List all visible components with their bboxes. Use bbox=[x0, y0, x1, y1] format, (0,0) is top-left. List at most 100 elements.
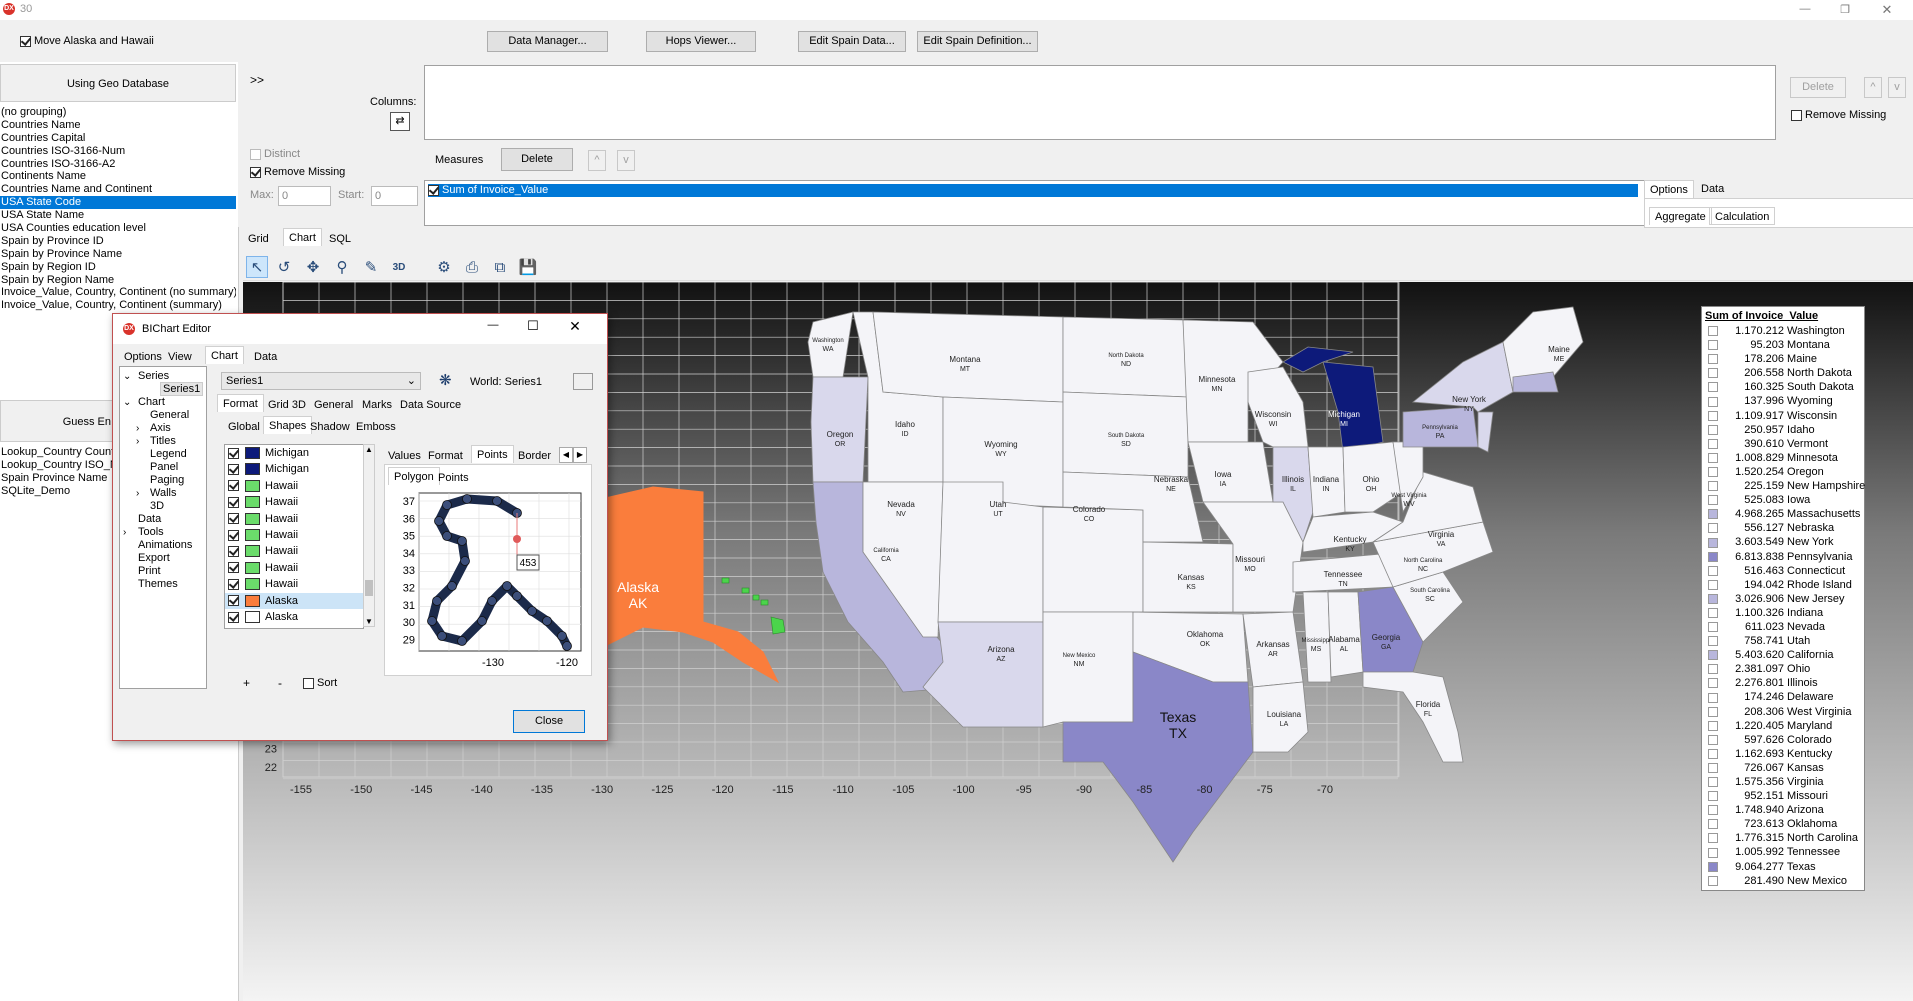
shape-row[interactable]: Alaska bbox=[225, 592, 363, 609]
legend-item[interactable]: 723.613 Oklahoma bbox=[1702, 817, 1864, 831]
legend-item[interactable]: 1.575.356 Virginia bbox=[1702, 775, 1864, 789]
legend-item[interactable]: 1.170.212 Washington bbox=[1702, 324, 1864, 338]
shape-check-icon[interactable] bbox=[228, 595, 239, 607]
edit-spain-definition-button[interactable]: Edit Spain Definition... bbox=[917, 31, 1038, 52]
legend-item[interactable]: 160.325 South Dakota bbox=[1702, 380, 1864, 394]
shape-color-swatch[interactable] bbox=[245, 479, 260, 492]
shape-color-swatch[interactable] bbox=[245, 496, 260, 509]
shape-check-icon[interactable] bbox=[228, 578, 239, 590]
tree-expander-icon[interactable]: ⌄ bbox=[123, 370, 131, 383]
geo-list-item[interactable]: Spain by Region Name bbox=[0, 274, 236, 287]
legend-item[interactable]: 556.127 Nebraska bbox=[1702, 521, 1864, 535]
tree-item[interactable]: › Walls bbox=[120, 487, 206, 500]
shape-color-swatch[interactable] bbox=[245, 578, 260, 591]
editor-tab-chart[interactable]: Chart bbox=[205, 346, 244, 364]
tree-item[interactable]: 3D bbox=[120, 500, 206, 513]
tab-data-source[interactable]: Data Source bbox=[395, 396, 466, 414]
shape-color-swatch[interactable] bbox=[245, 594, 260, 607]
tree-item[interactable]: › Tools bbox=[120, 526, 206, 539]
shape-check-icon[interactable] bbox=[228, 545, 239, 557]
legend-item[interactable]: 208.306 West Virginia bbox=[1702, 705, 1864, 719]
editor-minimize-icon[interactable]: — bbox=[481, 319, 505, 331]
columns-box[interactable] bbox=[424, 65, 1776, 140]
measure-check-icon[interactable] bbox=[428, 184, 439, 196]
start-input[interactable]: 0 bbox=[371, 186, 418, 206]
move-alaska-check-icon[interactable] bbox=[20, 35, 31, 47]
legend-item[interactable]: 4.968.265 Massachusetts bbox=[1702, 507, 1864, 521]
tab-polygon[interactable]: Polygon bbox=[388, 467, 440, 485]
legend-item[interactable]: 95.203 Montana bbox=[1702, 338, 1864, 352]
scroll-down-icon[interactable]: ▼ bbox=[364, 617, 374, 626]
shape-color-swatch[interactable] bbox=[245, 447, 260, 460]
shape-row[interactable]: Hawaii bbox=[225, 527, 363, 543]
shape-check-icon[interactable] bbox=[228, 496, 239, 508]
tree-item[interactable]: Paging bbox=[120, 474, 206, 487]
shape-row[interactable]: Hawaii bbox=[225, 560, 363, 576]
geo-list-item[interactable]: USA State Code bbox=[0, 196, 236, 210]
tree-item[interactable]: General bbox=[120, 409, 206, 422]
tree-item[interactable]: ⌄ Chart bbox=[120, 396, 206, 409]
mini-polygon-chart[interactable]: 37 36 35 34 33 32 31 30 29 -130 -120 453 bbox=[387, 491, 587, 669]
move-alaska-checkbox[interactable]: Move Alaska and Hawaii bbox=[20, 35, 154, 47]
scroll-up-icon[interactable]: ▲ bbox=[364, 445, 374, 454]
legend-item[interactable]: 1.005.992 Tennessee bbox=[1702, 845, 1864, 859]
tab-marks[interactable]: Marks bbox=[357, 396, 397, 414]
measures-up-button[interactable]: ^ bbox=[588, 150, 606, 171]
tree-expander-icon[interactable]: › bbox=[136, 487, 139, 500]
shapes-scrollbar[interactable]: ▲ ▼ bbox=[363, 444, 375, 627]
shape-color-swatch[interactable] bbox=[245, 463, 260, 476]
remove-shape-button[interactable]: - bbox=[278, 676, 282, 690]
tab-options[interactable]: Options bbox=[1644, 180, 1694, 198]
legend-item[interactable]: 6.813.838 Pennsylvania bbox=[1702, 550, 1864, 564]
right-delete-button[interactable]: Delete bbox=[1790, 77, 1846, 98]
editor-maximize-icon[interactable]: ☐ bbox=[521, 318, 545, 334]
right-down-button[interactable]: v bbox=[1888, 77, 1906, 98]
tree-expander-icon[interactable]: ⌄ bbox=[123, 396, 131, 409]
legend-item[interactable]: 1.748.940 Arizona bbox=[1702, 803, 1864, 817]
geo-list-item[interactable]: Invoice_Value, Country, Continent (no su… bbox=[0, 286, 236, 299]
legend-item[interactable]: 281.490 New Mexico bbox=[1702, 874, 1864, 888]
tab-data[interactable]: Data bbox=[1696, 180, 1729, 198]
legend-item[interactable]: 758.741 Utah bbox=[1702, 634, 1864, 648]
tab-shadow[interactable]: Shadow bbox=[305, 418, 355, 436]
tree-expander-icon[interactable]: › bbox=[136, 422, 139, 435]
legend-item[interactable]: 1.520.254 Oregon bbox=[1702, 465, 1864, 479]
legend-item[interactable]: 225.159 New Hampshire bbox=[1702, 479, 1865, 493]
rotate-icon[interactable]: ↺ bbox=[273, 256, 295, 278]
shape-row[interactable]: Michigan bbox=[225, 461, 363, 477]
geo-list-item[interactable]: (no grouping) bbox=[0, 106, 236, 119]
legend-item[interactable]: 9.064.277 Texas bbox=[1702, 860, 1864, 874]
tree-item[interactable]: Animations bbox=[120, 539, 206, 552]
tab-scroll-right-icon[interactable]: ▶ bbox=[573, 447, 587, 463]
geo-list-item[interactable]: Countries Capital bbox=[0, 132, 236, 145]
properties-icon[interactable]: ⚙ bbox=[433, 256, 455, 278]
legend-item[interactable]: 137.996 Wyoming bbox=[1702, 394, 1864, 408]
guess-list-item[interactable]: SQLite_Demo bbox=[0, 485, 120, 498]
tree-item[interactable]: Panel bbox=[120, 461, 206, 474]
geo-list-item[interactable]: Countries ISO-3166-A2 bbox=[0, 158, 236, 171]
edit-spain-data-button[interactable]: Edit Spain Data... bbox=[798, 31, 906, 52]
shape-row[interactable]: Hawaii bbox=[225, 576, 363, 592]
legend-item[interactable]: 1.776.315 North Carolina bbox=[1702, 831, 1864, 845]
right-up-button[interactable]: ^ bbox=[1864, 77, 1882, 98]
guess-list-item[interactable]: Lookup_Country ISO_N bbox=[0, 459, 120, 472]
tab-scroll-left-icon[interactable]: ◀ bbox=[559, 447, 573, 463]
shape-check-icon[interactable] bbox=[228, 447, 239, 459]
print-icon[interactable]: ⎙ bbox=[461, 256, 483, 278]
guess-list-item[interactable]: Lookup_Country Count bbox=[0, 446, 120, 459]
tab-emboss[interactable]: Emboss bbox=[351, 418, 401, 436]
tree-item[interactable]: Data bbox=[120, 513, 206, 526]
legend-item[interactable]: 1.109.917 Wisconsin bbox=[1702, 409, 1864, 423]
shape-check-icon[interactable] bbox=[228, 513, 239, 525]
shape-row[interactable]: Hawaii bbox=[225, 543, 363, 559]
geo-list-item[interactable]: Continents Name bbox=[0, 170, 236, 183]
restore-icon[interactable]: ❐ bbox=[1830, 0, 1860, 20]
legend-item[interactable]: 525.083 Iowa bbox=[1702, 493, 1864, 507]
measures-delete-button[interactable]: Delete bbox=[501, 148, 573, 171]
legend-item[interactable]: 5.403.620 California bbox=[1702, 648, 1864, 662]
minimize-icon[interactable]: — bbox=[1790, 0, 1820, 20]
legend-item[interactable]: 1.100.326 Indiana bbox=[1702, 606, 1864, 620]
legend-item[interactable]: 3.026.906 New Jersey bbox=[1702, 592, 1864, 606]
geo-list-item[interactable]: Countries Name bbox=[0, 119, 236, 132]
legend-item[interactable]: 1.162.693 Kentucky bbox=[1702, 747, 1864, 761]
